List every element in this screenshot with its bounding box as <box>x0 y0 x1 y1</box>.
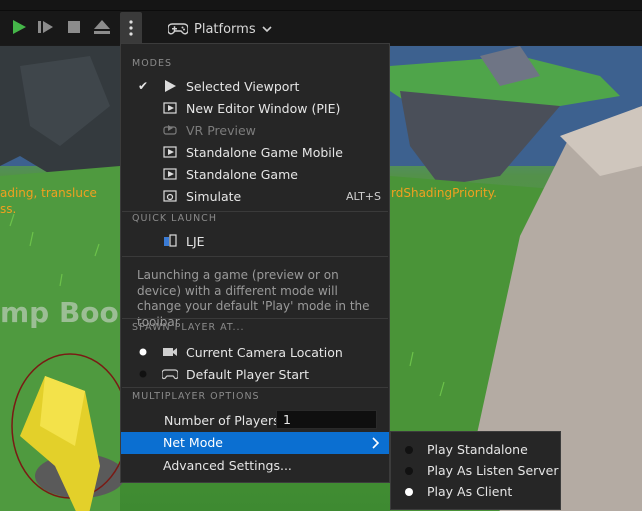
divider <box>122 211 388 212</box>
spawn-current-camera[interactable]: Current Camera Location <box>121 341 389 363</box>
eject-icon <box>94 20 110 34</box>
net-mode-submenu: Play Standalone Play As Listen Server Pl… <box>390 431 561 510</box>
platforms-button[interactable]: Platforms <box>168 16 272 42</box>
quick-launch-info: Launching a game (preview or on device) … <box>137 268 370 329</box>
radio-selected-icon <box>405 487 413 496</box>
window-play-icon <box>161 165 179 183</box>
chevron-down-icon <box>262 26 272 33</box>
spawn-label: Default Player Start <box>186 366 310 382</box>
debug-overlay-left: ading, transluce <box>0 186 97 200</box>
main-toolbar: Platforms <box>0 0 642 45</box>
net-mode-play-as-client[interactable]: Play As Client <box>391 481 560 502</box>
players-label: Number of Players <box>164 412 280 428</box>
play-icon <box>161 77 179 95</box>
mode-selected-viewport[interactable]: ✔ Selected Viewport <box>121 75 389 97</box>
spawn-header: SPAWN PLAYER AT... <box>132 322 245 333</box>
jump-boost-sign: mp Boos <box>0 296 136 329</box>
mode-standalone-game[interactable]: Standalone Game <box>121 163 389 185</box>
gamepad-icon <box>161 365 179 383</box>
modes-header: MODES <box>132 58 173 69</box>
check-icon: ✔ <box>137 79 149 93</box>
divider <box>122 387 388 388</box>
play-options-button[interactable] <box>120 12 142 44</box>
window-play-icon <box>161 143 179 161</box>
net-mode-option-label: Play Standalone <box>427 442 528 457</box>
platforms-label: Platforms <box>194 21 256 37</box>
mode-new-editor-window[interactable]: New Editor Window (PIE) <box>121 97 389 119</box>
radio-unselected-icon <box>405 445 413 454</box>
mode-standalone-game-mobile[interactable]: Standalone Game Mobile <box>121 141 389 163</box>
simulate-icon <box>161 187 179 205</box>
mode-label: New Editor Window (PIE) <box>186 100 341 116</box>
play-button[interactable] <box>6 14 32 40</box>
debug-overlay-left-2: ss. <box>0 202 17 216</box>
chevron-right-icon <box>372 437 380 449</box>
spawn-label: Current Camera Location <box>186 344 343 360</box>
stop-button[interactable] <box>61 14 87 40</box>
divider <box>122 256 388 257</box>
shortcut-label: ALT+S <box>345 189 381 203</box>
net-mode-listen-server[interactable]: Play As Listen Server <box>391 460 560 481</box>
more-vertical-icon <box>129 20 133 36</box>
mode-vr-preview[interactable]: VR Preview <box>121 119 389 141</box>
eject-button[interactable] <box>89 14 115 40</box>
radio-unselected-icon <box>136 367 150 381</box>
play-options-menu: MODES ✔ Selected Viewport New Editor Win… <box>120 43 390 483</box>
quick-launch-header: QUICK LAUNCH <box>132 213 217 224</box>
divider <box>122 318 388 319</box>
net-mode-play-standalone[interactable]: Play Standalone <box>391 439 560 460</box>
mode-simulate[interactable]: Simulate ALT+S <box>121 185 389 207</box>
advance-frame-button[interactable] <box>33 14 59 40</box>
radio-unselected-icon <box>405 466 413 475</box>
multiplayer-header: MULTIPLAYER OPTIONS <box>132 391 260 402</box>
debug-overlay-right: rdShadingPriority. <box>391 186 497 200</box>
quick-launch-item[interactable]: LJE <box>121 230 389 252</box>
gamepad-icon <box>168 23 188 35</box>
advanced-settings-item[interactable]: Advanced Settings... <box>121 454 389 476</box>
advance-frame-icon <box>38 21 53 33</box>
mode-label: VR Preview <box>186 122 256 138</box>
device-icon <box>161 232 179 250</box>
mode-label: Standalone Game Mobile <box>186 144 343 160</box>
stop-icon <box>68 21 80 33</box>
window-play-icon <box>161 99 179 117</box>
advanced-settings-label: Advanced Settings... <box>163 457 292 473</box>
quick-launch-label: LJE <box>186 233 205 249</box>
play-icon <box>13 20 26 34</box>
net-mode-option-label: Play As Listen Server <box>427 463 559 478</box>
vr-icon <box>161 121 179 139</box>
spawn-default-player-start[interactable]: Default Player Start <box>121 363 389 385</box>
number-of-players-input[interactable]: 1 <box>276 410 377 429</box>
mode-label: Simulate <box>186 188 242 204</box>
radio-selected-icon <box>136 345 150 359</box>
net-mode-item[interactable]: Net Mode <box>121 432 389 454</box>
mode-label: Standalone Game <box>186 166 298 182</box>
net-mode-option-label: Play As Client <box>427 484 513 499</box>
mode-label: Selected Viewport <box>186 78 300 94</box>
net-mode-label: Net Mode <box>163 435 223 450</box>
camera-icon <box>161 343 179 361</box>
